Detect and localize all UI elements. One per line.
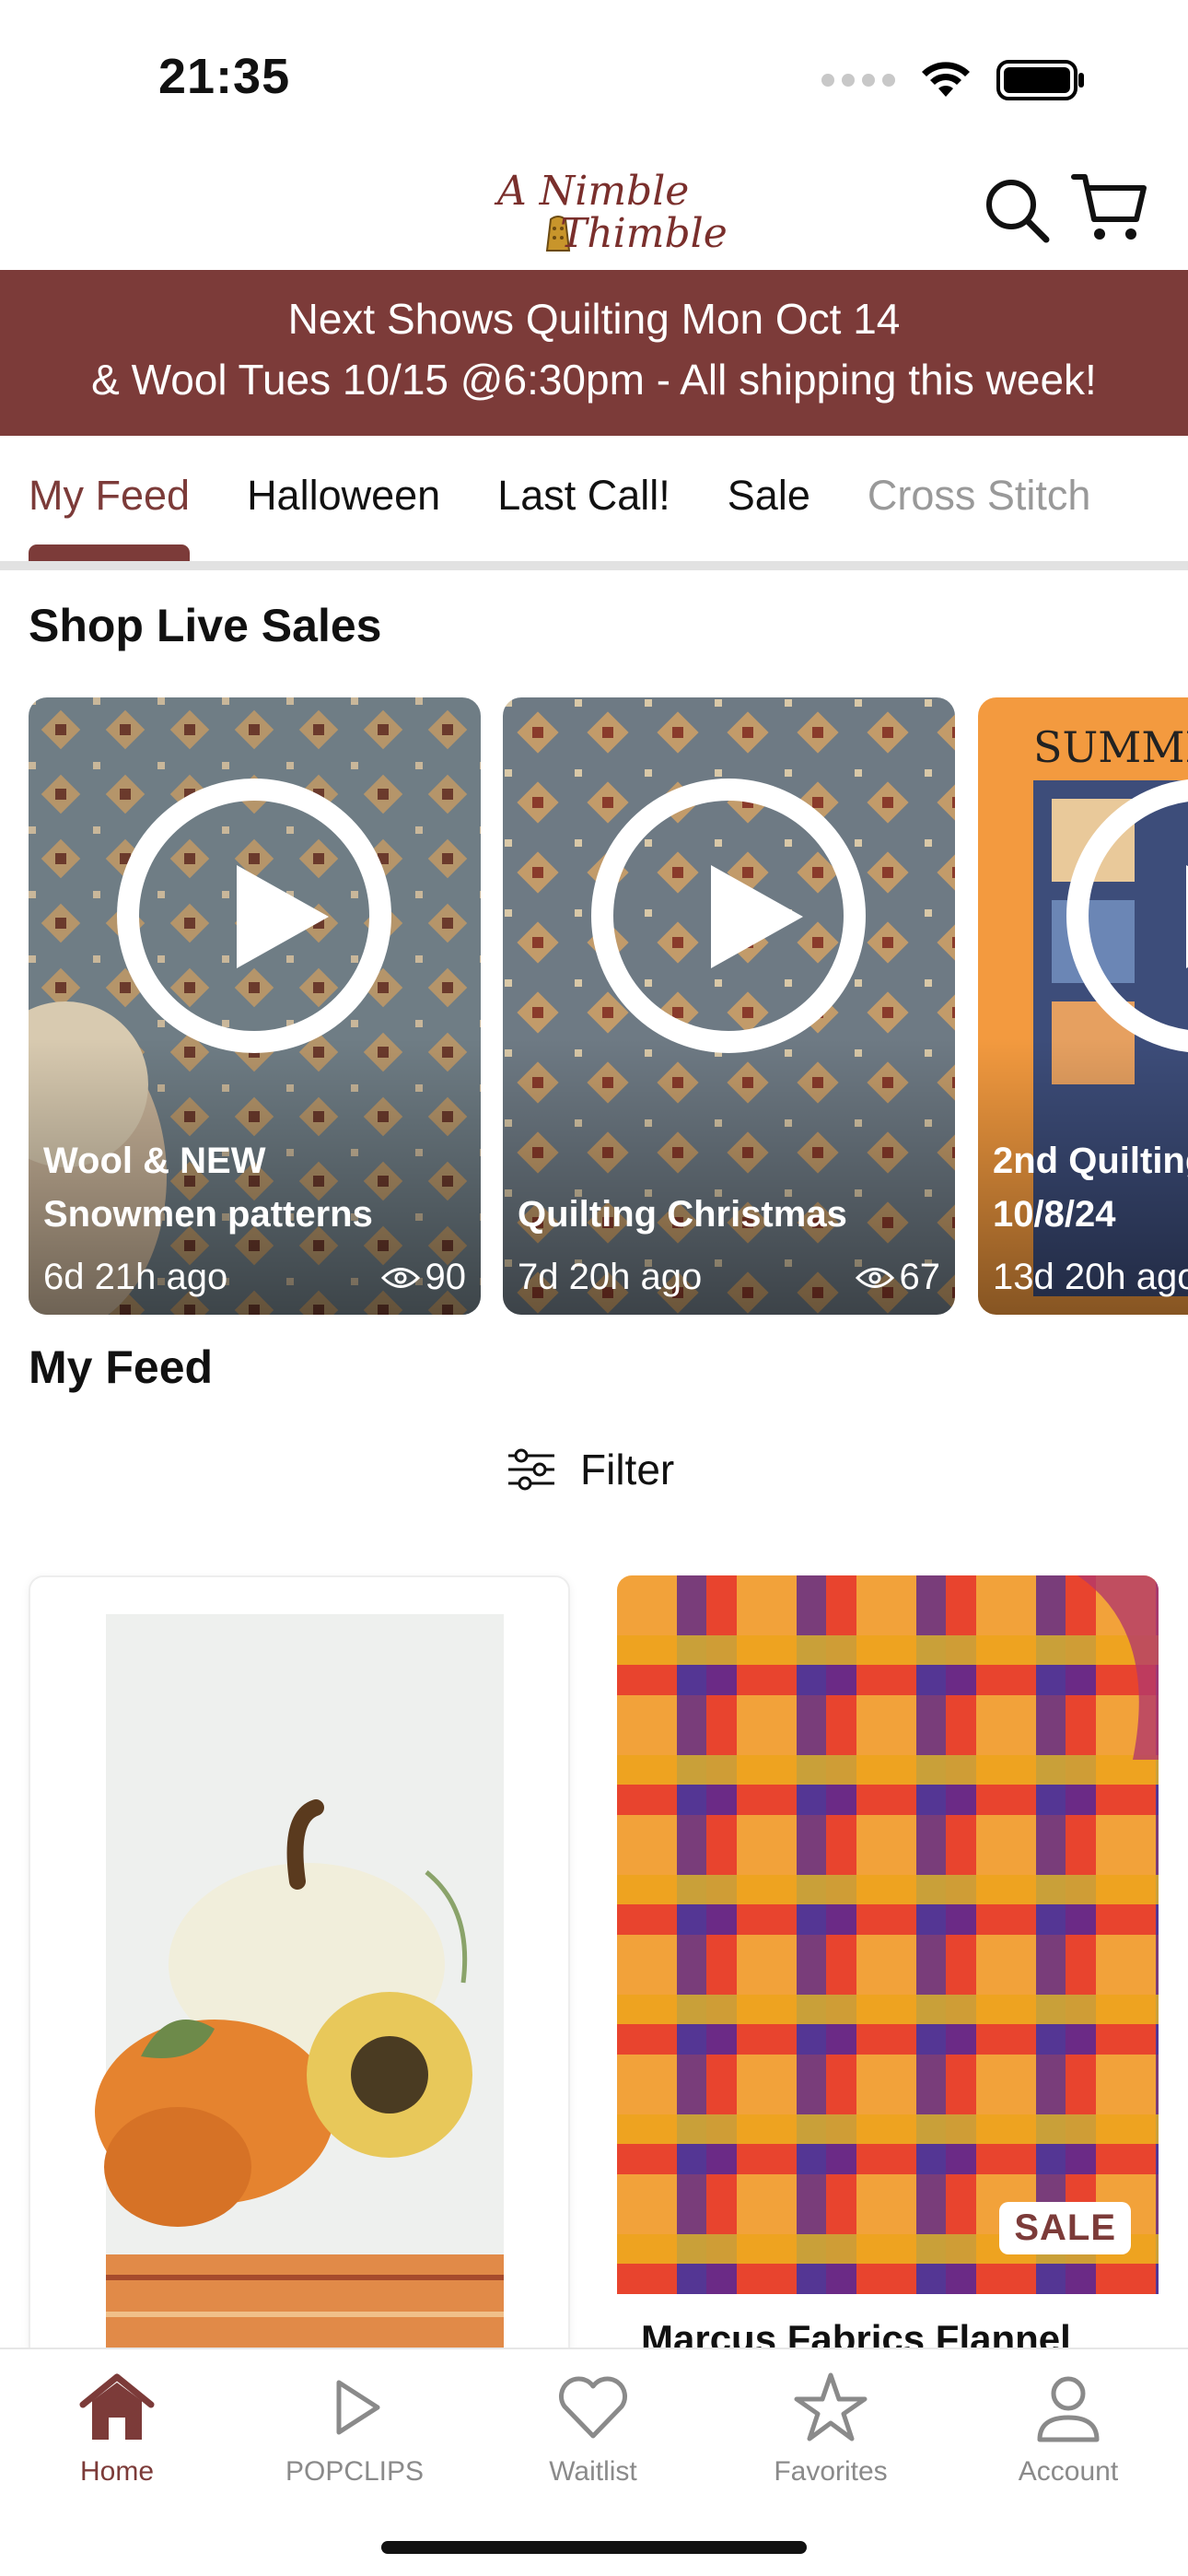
eye-icon <box>855 1267 894 1288</box>
logo-line1: A Nimble <box>497 168 690 215</box>
nav-waitlist-label: Waitlist <box>549 2456 637 2487</box>
live-sale-meta: 6d 21h ago 90 <box>43 1257 466 1298</box>
play-icon <box>117 779 391 1053</box>
cart-icon <box>1071 174 1147 240</box>
live-sale-card[interactable]: SUMMER S 2nd Quilting 10/8/24 13d 20h ag… <box>978 697 1188 1315</box>
battery-icon <box>996 60 1084 100</box>
tab-sale[interactable]: Sale <box>728 436 810 561</box>
live-sale-title: Quilting Christmas <box>518 1194 847 1235</box>
product-image <box>30 1577 568 2351</box>
home-icon <box>79 2373 155 2440</box>
live-sale-age: 7d 20h ago <box>518 1257 703 1297</box>
product-image <box>617 1575 1159 2294</box>
tab-last-call[interactable]: Last Call! <box>497 436 670 561</box>
app-screen: 21:35 A Nimble Thimble Next Shows Quilti… <box>0 0 1188 2576</box>
play-icon <box>336 2380 380 2435</box>
filter-icon <box>508 1448 554 1491</box>
store-logo[interactable]: A Nimble Thimble <box>488 157 728 265</box>
live-sale-card[interactable]: Quilting Christmas 7d 20h ago 67 <box>503 697 955 1315</box>
tab-halloween[interactable]: Halloween <box>247 436 440 561</box>
live-sale-age: 6d 21h ago <box>43 1257 228 1297</box>
live-sale-title: Wool & NEW Snowmen patterns <box>43 1141 373 1235</box>
status-time: 21:35 <box>158 49 291 104</box>
banner-line2: & Wool Tues 10/15 @6:30pm - All shipping… <box>91 356 1097 404</box>
star-icon <box>794 2372 868 2441</box>
filter-label: Filter <box>580 1446 675 1493</box>
wifi-icon <box>922 62 970 97</box>
home-indicator <box>381 2541 807 2554</box>
view-count-value: 90 <box>425 1257 467 1297</box>
live-sale-card[interactable]: Wool & NEW Snowmen patterns 6d 21h ago 9… <box>29 697 481 1315</box>
app-header: A Nimble Thimble <box>0 147 1188 270</box>
filter-button[interactable]: Filter <box>507 1437 674 1502</box>
cart-button[interactable] <box>1070 168 1149 247</box>
announcement-banner[interactable]: Next Shows Quilting Mon Oct 14 & Wool Tu… <box>0 270 1188 436</box>
svg-text:SUMMER S: SUMMER S <box>1033 722 1188 772</box>
tabs-fade <box>1087 436 1188 561</box>
view-count: 67 <box>855 1257 941 1298</box>
live-sales-heading: Shop Live Sales <box>29 600 382 651</box>
nav-account-label: Account <box>1018 2456 1119 2487</box>
tab-cross-stitch[interactable]: Cross Stitch <box>868 436 1091 561</box>
person-icon <box>1037 2376 1100 2442</box>
feed-heading: My Feed <box>29 1341 214 1393</box>
nav-popclips[interactable]: POPCLIPS <box>262 2366 447 2488</box>
nav-favorites[interactable]: Favorites <box>739 2366 923 2488</box>
live-sale-title: 2nd Quilting 10/8/24 <box>993 1141 1188 1235</box>
live-sales-carousel[interactable]: Wool & NEW Snowmen patterns 6d 21h ago 9… <box>29 697 1188 1315</box>
play-icon <box>591 779 866 1053</box>
nav-home-label: Home <box>79 2456 155 2487</box>
live-sale-meta: 13d 20h ago <box>993 1257 1188 1298</box>
tabs-divider <box>0 561 1188 570</box>
signal-icon <box>821 74 895 87</box>
nav-account[interactable]: Account <box>976 2366 1160 2488</box>
search-icon <box>986 180 1050 243</box>
logo-line2: Thimble <box>560 210 728 257</box>
status-bar: 21:35 <box>0 0 1188 147</box>
search-button[interactable] <box>982 175 1052 245</box>
live-sale-age: 13d 20h ago <box>993 1257 1188 1297</box>
view-count-value: 67 <box>899 1257 941 1297</box>
sale-badge: SALE <box>999 2202 1131 2254</box>
live-sale-meta: 7d 20h ago 67 <box>518 1257 940 1298</box>
eye-icon <box>380 1267 420 1288</box>
nav-popclips-label: POPCLIPS <box>285 2456 425 2487</box>
banner-line1: Next Shows Quilting Mon Oct 14 <box>287 295 901 343</box>
status-icons <box>821 59 1087 101</box>
view-count: 90 <box>380 1257 467 1298</box>
heart-icon <box>559 2376 627 2439</box>
nav-favorites-label: Favorites <box>774 2456 888 2487</box>
nav-home[interactable]: Home <box>25 2366 209 2488</box>
tab-my-feed[interactable]: My Feed <box>29 436 191 561</box>
category-tabs: My Feed Halloween Last Call! Sale Cross … <box>0 436 1188 561</box>
nav-waitlist[interactable]: Waitlist <box>501 2366 685 2488</box>
